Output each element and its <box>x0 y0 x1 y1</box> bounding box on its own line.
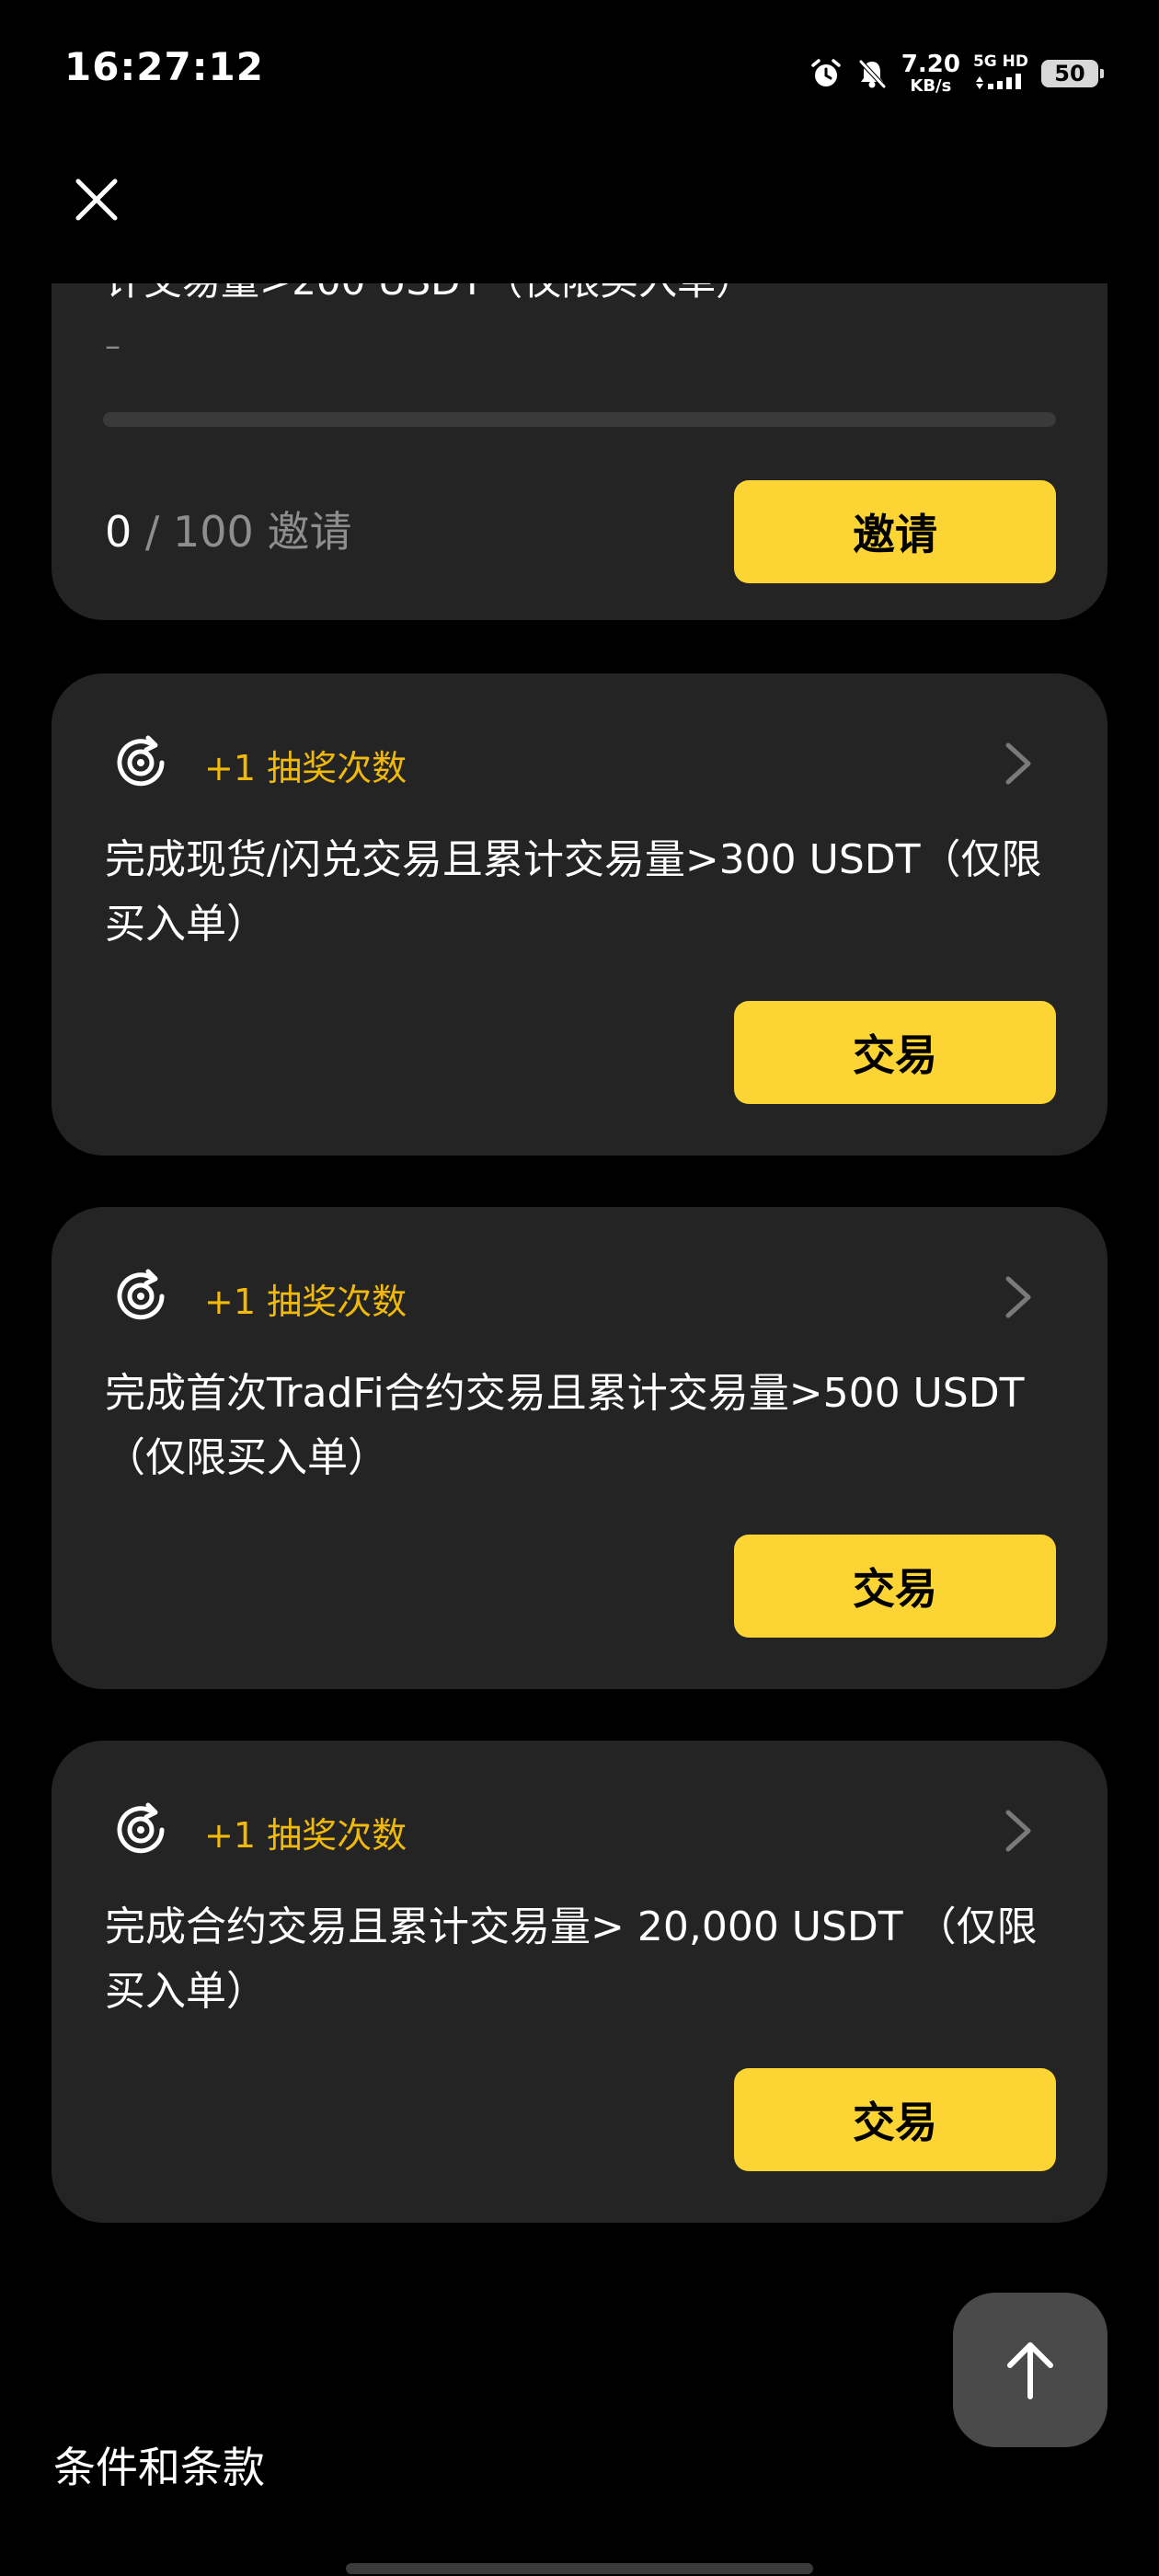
progress-current: 0 <box>105 507 132 557</box>
progress-text: 0 / 100 邀请 <box>105 499 351 559</box>
arrow-up-icon <box>1007 2342 1053 2399</box>
close-button[interactable] <box>66 169 127 230</box>
status-time: 16:27:12 <box>64 44 264 89</box>
trade-button[interactable]: 交易 <box>734 1001 1056 1104</box>
task-card[interactable]: +1 抽奖次数 完成首次TradFi合约交易且累计交易量>500 USDT（仅限… <box>52 1207 1107 1689</box>
task-description: 完成现货/闪兑交易且累计交易量>300 USDT（仅限买入单） <box>105 836 1042 948</box>
signal-icon <box>973 73 1028 93</box>
task-card[interactable]: +1 抽奖次数 完成合约交易且累计交易量> 20,000 USDT （仅限买入单… <box>52 1741 1107 2223</box>
lottery-target-icon <box>117 1802 165 1854</box>
home-indicator[interactable] <box>346 2563 813 2574</box>
task-reward: +1 抽奖次数 <box>204 1282 407 1322</box>
mute-bell-icon <box>855 57 889 90</box>
task-list: 计交易量>200 USDT（仅限买入单） – 0 / 100 邀请 邀请 +1 … <box>0 283 1159 2576</box>
network-speed: 7.20 KB/s <box>901 52 960 95</box>
task-reward: +1 抽奖次数 <box>204 748 407 788</box>
signal: 5G HD <box>973 54 1028 93</box>
lottery-target-icon <box>117 735 165 787</box>
task-description: 完成首次TradFi合约交易且累计交易量>500 USDT（仅限买入单） <box>105 1370 1025 1481</box>
task-description: 计交易量>200 USDT（仅限买入单） <box>105 283 754 306</box>
chevron-right-icon[interactable] <box>1003 1807 1034 1855</box>
signal-label: 5G HD <box>972 52 1028 71</box>
lottery-target-icon <box>117 1269 165 1320</box>
trade-button[interactable]: 交易 <box>734 1535 1056 1638</box>
chevron-right-icon[interactable] <box>1003 740 1034 788</box>
chevron-right-icon[interactable] <box>1003 1273 1034 1321</box>
invite-button[interactable]: 邀请 <box>734 480 1056 583</box>
trade-button[interactable]: 交易 <box>734 2068 1056 2171</box>
task-card[interactable]: +1 抽奖次数 完成现货/闪兑交易且累计交易量>300 USDT（仅限买入单） … <box>52 673 1107 1156</box>
back-to-top-button[interactable] <box>953 2293 1107 2447</box>
status-icons: 7.20 KB/s 5G HD 50 <box>809 48 1104 99</box>
alarm-icon <box>809 57 843 90</box>
invite-task-card: 计交易量>200 USDT（仅限买入单） – 0 / 100 邀请 邀请 <box>52 283 1107 620</box>
task-description: 完成合约交易且累计交易量> 20,000 USDT （仅限买入单） <box>105 1903 1038 2015</box>
battery-icon: 50 <box>1041 60 1104 87</box>
progress-bar <box>103 412 1056 427</box>
network-speed-value: 7.20 <box>901 51 960 78</box>
network-speed-unit: KB/s <box>910 76 952 96</box>
progress-total: / 100 邀请 <box>132 507 352 557</box>
terms-link[interactable]: 条件和条款 <box>53 2434 265 2495</box>
close-icon <box>75 178 118 221</box>
task-dash: – <box>105 328 120 364</box>
task-reward: +1 抽奖次数 <box>204 1815 407 1856</box>
status-bar: 16:27:12 7.20 KB/s 5G HD 50 <box>0 0 1159 138</box>
